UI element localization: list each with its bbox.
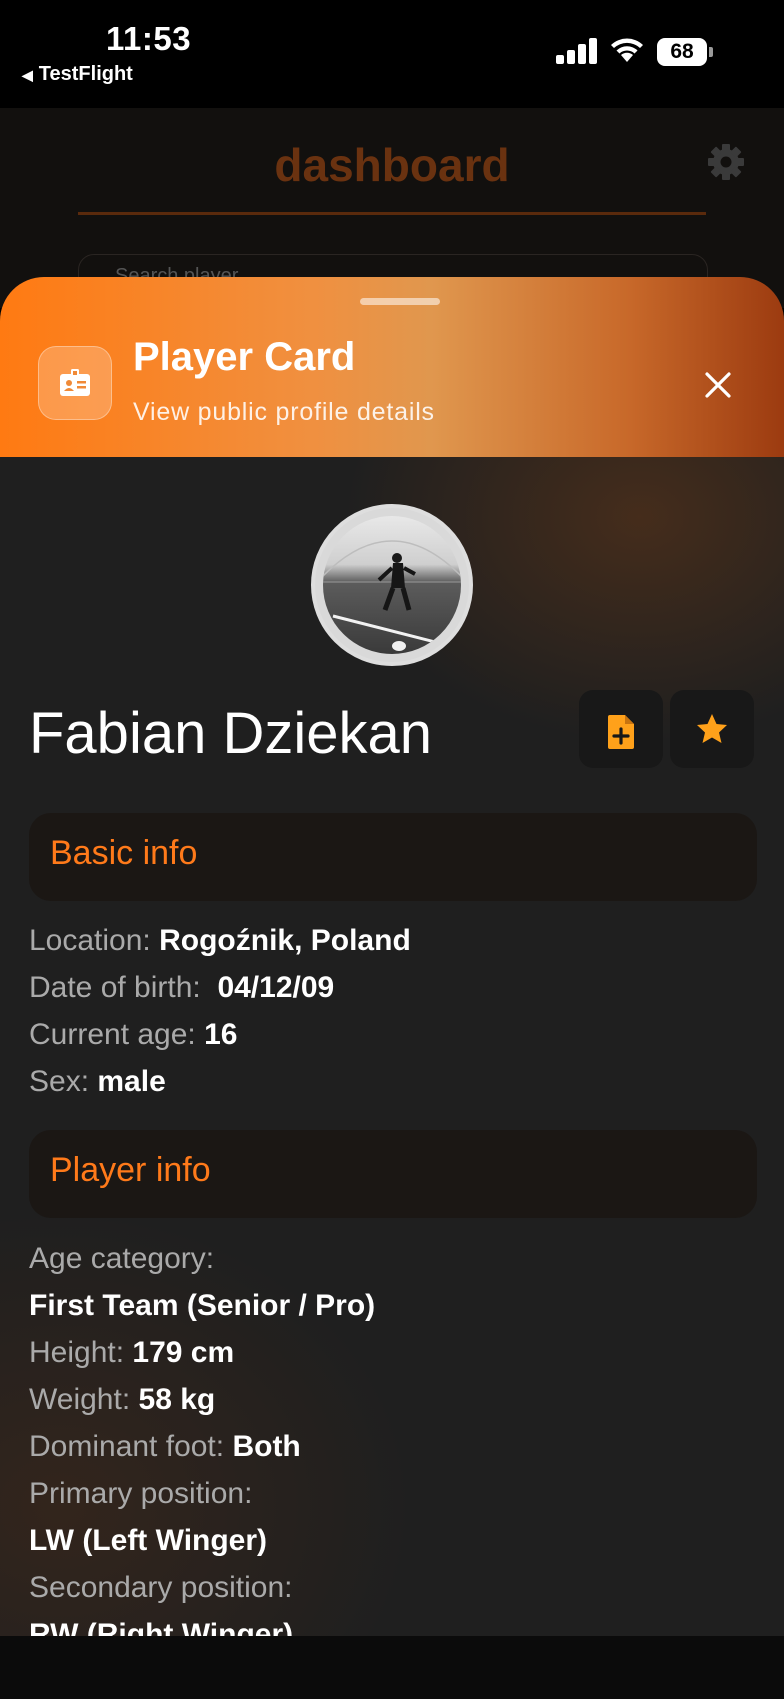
player-info-heading: Player info bbox=[50, 1151, 211, 1189]
back-arrow-icon: ◀ bbox=[22, 67, 33, 83]
location-row: Location: Rogoźnik, Poland bbox=[29, 924, 411, 958]
gear-icon bbox=[708, 144, 744, 180]
weight-value: 58 kg bbox=[138, 1383, 216, 1416]
basic-info-section-header: Basic info bbox=[29, 813, 757, 901]
wifi-icon bbox=[611, 38, 643, 62]
sex-value: male bbox=[97, 1065, 166, 1098]
back-to-app-link[interactable]: ◀ TestFlight bbox=[22, 63, 133, 86]
dominant-foot-row: Dominant foot: Both bbox=[29, 1430, 301, 1464]
location-label: Location: bbox=[29, 924, 151, 957]
player-avatar bbox=[311, 504, 473, 666]
secondary-position-value: RW (Right Winger) bbox=[29, 1618, 294, 1637]
basic-info-heading: Basic info bbox=[50, 834, 198, 872]
dob-label: Date of birth: bbox=[29, 971, 201, 1004]
player-info-section-header: Player info bbox=[29, 1130, 757, 1218]
height-row: Height: 179 cm bbox=[29, 1336, 234, 1370]
status-bar: 11:53 ◀ TestFlight 68 bbox=[0, 0, 784, 108]
dashboard-divider bbox=[78, 212, 706, 215]
add-note-icon bbox=[608, 715, 634, 749]
sheet-header: Player Card View public profile details bbox=[0, 277, 784, 457]
sheet-subtitle: View public profile details bbox=[133, 398, 435, 426]
battery-level: 68 bbox=[657, 38, 707, 66]
age-row: Current age: 16 bbox=[29, 1018, 237, 1052]
back-app-label: TestFlight bbox=[38, 63, 133, 85]
bottom-safe-area bbox=[0, 1636, 784, 1699]
sheet-title: Player Card bbox=[133, 335, 356, 379]
weight-label: Weight: bbox=[29, 1383, 131, 1416]
dominant-foot-label: Dominant foot: bbox=[29, 1430, 225, 1463]
sex-row: Sex: male bbox=[29, 1065, 166, 1099]
age-category-label: Age category: bbox=[29, 1242, 215, 1275]
dashboard-title: dashboard bbox=[274, 139, 510, 191]
age-category-value: First Team (Senior / Pro) bbox=[29, 1289, 376, 1322]
dob-value: 04/12/09 bbox=[217, 971, 335, 1004]
age-value: 16 bbox=[204, 1018, 238, 1051]
primary-position-value: LW (Left Winger) bbox=[29, 1524, 268, 1557]
height-label: Height: bbox=[29, 1336, 125, 1369]
close-icon[interactable] bbox=[700, 367, 736, 403]
sheet-grabber-handle[interactable] bbox=[360, 298, 440, 305]
add-note-button[interactable] bbox=[579, 690, 663, 768]
secondary-position-label: Secondary position: bbox=[29, 1571, 293, 1604]
height-value: 179 cm bbox=[132, 1336, 235, 1369]
cellular-signal-icon bbox=[556, 38, 598, 64]
dominant-foot-value: Both bbox=[232, 1430, 301, 1463]
battery-indicator: 68 bbox=[657, 38, 713, 66]
star-icon bbox=[697, 714, 727, 743]
favorite-button[interactable] bbox=[670, 690, 754, 768]
player-card-sheet: Player Card View public profile details … bbox=[0, 277, 784, 1637]
sex-label: Sex: bbox=[29, 1065, 90, 1098]
player-name: Fabian Dziekan bbox=[29, 701, 432, 766]
id-card-icon bbox=[38, 346, 112, 420]
primary-position-label: Primary position: bbox=[29, 1477, 253, 1510]
dob-row: Date of birth: 04/12/09 bbox=[29, 971, 334, 1005]
location-value: Rogoźnik, Poland bbox=[159, 924, 411, 957]
status-time: 11:53 bbox=[106, 20, 192, 57]
weight-row: Weight: 58 kg bbox=[29, 1383, 215, 1417]
age-label: Current age: bbox=[29, 1018, 196, 1051]
